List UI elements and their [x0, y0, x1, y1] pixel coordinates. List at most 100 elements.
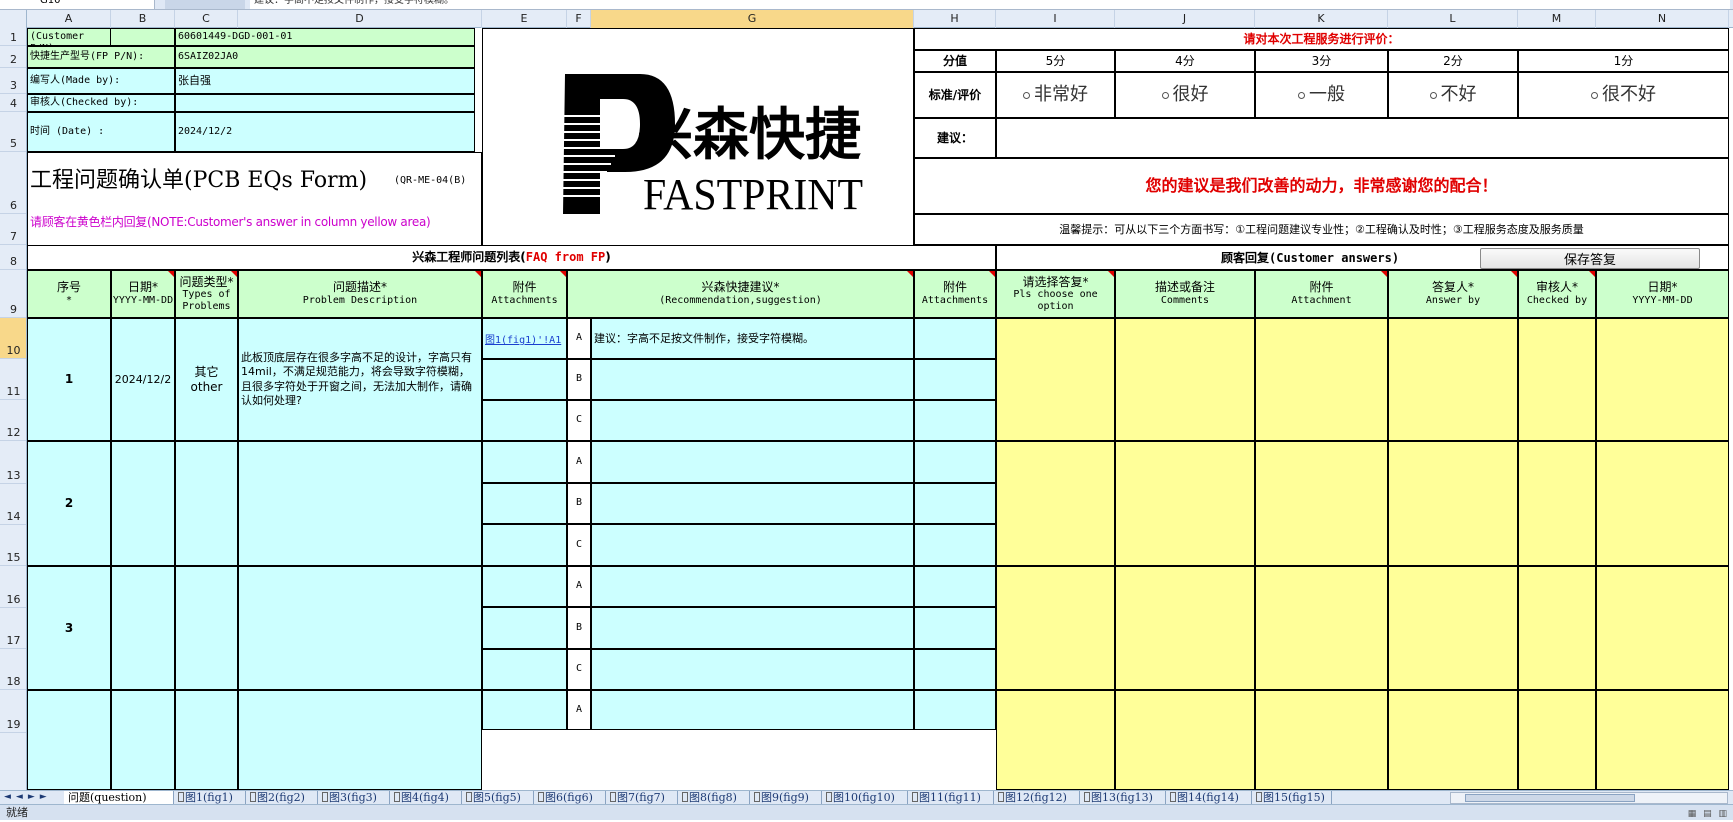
attachment-cell[interactable] — [482, 359, 567, 400]
customer-answer-cell[interactable] — [1518, 441, 1596, 566]
customer-answer-cell[interactable] — [1518, 690, 1596, 790]
fp-attachment-cell[interactable] — [914, 318, 996, 359]
sheet-tab-fig10[interactable]: 图10(fig10) — [822, 791, 908, 804]
fp-attachment-cell[interactable] — [914, 400, 996, 441]
recommendation-cell[interactable] — [591, 359, 914, 400]
attachment-cell[interactable] — [482, 482, 567, 525]
suggestion-input[interactable] — [996, 118, 1729, 158]
customer-answer-cell[interactable] — [1255, 566, 1388, 690]
sheet-tab-fig14[interactable]: 图14(fig14) — [1166, 791, 1252, 804]
fp-attachment-cell[interactable] — [914, 566, 996, 608]
sheet-tab-fig1[interactable]: 图1(fig1) — [174, 791, 246, 804]
customer-answer-cell[interactable] — [1115, 318, 1255, 441]
rating-option-2[interactable]: 很好 — [1115, 72, 1255, 118]
customer-answer-cell[interactable] — [1388, 690, 1518, 790]
column-header-b[interactable]: B — [111, 10, 175, 28]
row-header-17[interactable]: 17 — [0, 608, 26, 649]
row-header-10[interactable]: 10 — [0, 318, 26, 359]
customer-answer-cell[interactable] — [996, 566, 1115, 690]
column-header-g[interactable]: G — [591, 10, 914, 28]
formula-input[interactable]: 建议：字高不足按文件制作，接受字符模糊。 — [250, 0, 1730, 9]
rating-option-5[interactable]: 很不好 — [1518, 72, 1729, 118]
radio-icon[interactable] — [1298, 91, 1305, 99]
column-header-a[interactable]: A — [27, 10, 111, 28]
row-header-8[interactable]: 8 — [0, 245, 26, 270]
attachment-link[interactable]: 图1(fig1)'!A1 — [485, 335, 561, 346]
attachment-cell[interactable] — [482, 524, 567, 566]
sheet-nav-arrows[interactable]: ◄◄►► — [0, 791, 62, 804]
customer-answer-cell[interactable] — [1518, 318, 1596, 441]
sheet-tab-fig8[interactable]: 图8(fig8) — [678, 791, 750, 804]
attachment-cell[interactable]: 图1(fig1)'!A1 — [482, 318, 567, 359]
row-header-15[interactable]: 15 — [0, 525, 26, 566]
fp-attachment-cell[interactable] — [914, 359, 996, 400]
sheet-tab-question[interactable]: 问题(question) — [64, 791, 174, 804]
column-header-m[interactable]: M — [1518, 10, 1596, 28]
row-header-7[interactable]: 7 — [0, 214, 26, 245]
sheet-tab-fig13[interactable]: 图13(fig13) — [1080, 791, 1166, 804]
checked-by-value[interactable] — [175, 94, 475, 112]
recommendation-cell[interactable] — [591, 441, 914, 483]
problem-date[interactable] — [111, 690, 175, 790]
customer-answer-cell[interactable] — [1388, 566, 1518, 690]
customer-answer-cell[interactable] — [1596, 318, 1729, 441]
customer-answer-cell[interactable] — [1596, 690, 1729, 790]
column-header-n[interactable]: N — [1596, 10, 1729, 28]
fp-attachment-cell[interactable] — [914, 441, 996, 483]
recommendation-cell[interactable] — [591, 524, 914, 566]
row-header-6[interactable]: 6 — [0, 152, 26, 214]
column-header-d[interactable]: D — [238, 10, 482, 28]
row-header-18[interactable]: 18 — [0, 649, 26, 690]
row-header-5[interactable]: 5 — [0, 112, 26, 152]
column-header-h[interactable]: H — [914, 10, 996, 28]
scrollbar-thumb[interactable] — [1465, 794, 1635, 802]
customer-answer-cell[interactable] — [996, 690, 1115, 790]
fp-attachment-cell[interactable] — [914, 690, 996, 730]
recommendation-cell[interactable] — [591, 607, 914, 649]
problem-type[interactable]: 其它 other — [175, 318, 238, 441]
row-header-12[interactable]: 12 — [0, 400, 26, 441]
attachment-cell[interactable] — [482, 648, 567, 690]
problem-description[interactable] — [238, 441, 482, 566]
problem-date[interactable] — [111, 566, 175, 690]
column-header-j[interactable]: J — [1115, 10, 1255, 28]
customer-answer-cell[interactable] — [1255, 441, 1388, 566]
customer-answer-cell[interactable] — [1388, 318, 1518, 441]
row-header-19[interactable]: 19 — [0, 690, 26, 733]
fp-pn-value[interactable]: 6SAIZ02JA0 — [175, 46, 475, 68]
row-header-14[interactable]: 14 — [0, 484, 26, 525]
save-answers-button[interactable]: 保存答复 — [1480, 248, 1700, 269]
row-header-1[interactable]: 1 — [0, 28, 26, 46]
column-header-l[interactable]: L — [1388, 10, 1518, 28]
customer-answer-cell[interactable] — [1596, 441, 1729, 566]
row-header-11[interactable]: 11 — [0, 359, 26, 400]
customer-answer-cell[interactable] — [1518, 566, 1596, 690]
customer-answer-cell[interactable] — [996, 441, 1115, 566]
problem-date[interactable]: 2024/12/2 — [111, 318, 175, 441]
sheet-tab-fig11[interactable]: 图11(fig11) — [908, 791, 994, 804]
customer-answer-cell[interactable] — [1115, 441, 1255, 566]
sheet-tab-fig9[interactable]: 图9(fig9) — [750, 791, 822, 804]
column-header-e[interactable]: E — [482, 10, 567, 28]
fx-button[interactable] — [165, 0, 245, 9]
sheet-tab-fig2[interactable]: 图2(fig2) — [246, 791, 318, 804]
attachment-cell[interactable] — [482, 441, 567, 483]
sheet-tab-fig3[interactable]: 图3(fig3) — [318, 791, 390, 804]
problem-description[interactable] — [238, 690, 482, 790]
made-by-value[interactable]: 张自强 — [175, 68, 475, 94]
recommendation-cell[interactable] — [591, 648, 914, 690]
row-header-3[interactable]: 3 — [0, 68, 26, 94]
row-header-13[interactable]: 13 — [0, 441, 26, 484]
rating-option-1[interactable]: 非常好 — [996, 72, 1115, 118]
row-header-4[interactable]: 4 — [0, 94, 26, 112]
row-header-9[interactable]: 9 — [0, 270, 26, 318]
recommendation-cell[interactable] — [591, 400, 914, 441]
attachment-cell[interactable] — [482, 400, 567, 441]
recommendation-cell[interactable] — [591, 690, 914, 730]
attachment-cell[interactable] — [482, 566, 567, 608]
customer-answer-cell[interactable] — [1115, 690, 1255, 790]
fp-attachment-cell[interactable] — [914, 607, 996, 649]
rating-option-3[interactable]: 一般 — [1255, 72, 1388, 118]
customer-pn-value[interactable]: 60601449-DGD-001-01 — [175, 28, 475, 46]
date-value[interactable]: 2024/12/2 — [175, 112, 475, 152]
